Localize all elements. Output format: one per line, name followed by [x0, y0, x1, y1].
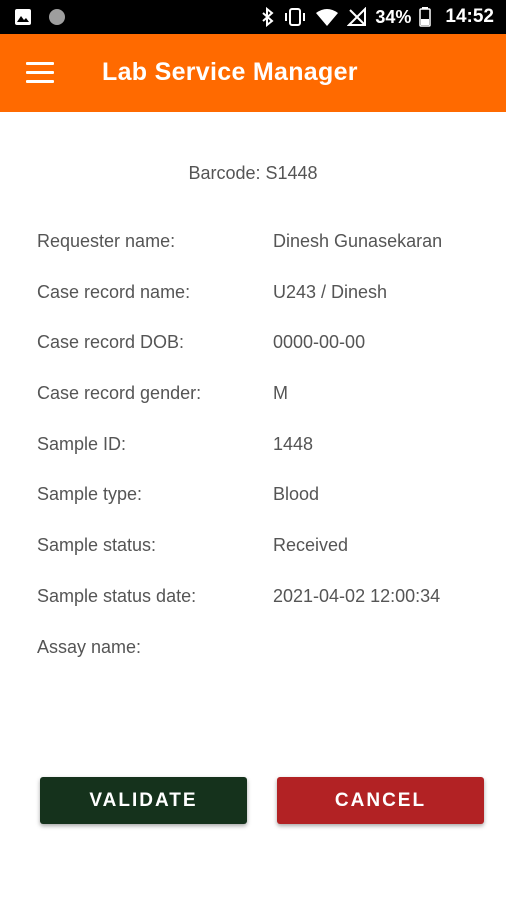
detail-value: 0000-00-00	[273, 332, 366, 353]
battery-icon	[419, 7, 432, 27]
detail-row-sample-id: Sample ID: 1448	[37, 434, 477, 485]
clock: 14:52	[445, 6, 494, 27]
barcode-label: Barcode:	[188, 163, 261, 183]
menu-icon[interactable]	[26, 62, 54, 84]
app-bar: Lab Service Manager	[0, 34, 506, 112]
detail-label: Case record gender:	[37, 383, 202, 404]
no-signal-icon	[347, 7, 367, 26]
detail-row-sample-status-date: Sample status date: 2021-04-02 12:00:34	[37, 586, 477, 637]
detail-row-assay-name: Assay name:	[37, 637, 477, 688]
wifi-icon	[316, 9, 339, 26]
detail-value: 1448	[273, 433, 314, 454]
detail-value: Blood	[273, 484, 320, 505]
detail-label: Sample type:	[37, 484, 143, 505]
status-bar-right: 34% 14:52	[261, 0, 494, 34]
detail-label: Sample ID:	[37, 433, 127, 454]
detail-value: M	[273, 383, 288, 404]
validate-button[interactable]: VALIDATE	[40, 777, 247, 824]
status-bar-left	[14, 8, 66, 26]
detail-label: Sample status:	[37, 535, 157, 556]
detail-row-case-record-gender: Case record gender: M	[37, 383, 477, 434]
detail-value: U243 / Dinesh	[273, 281, 388, 302]
detail-row-sample-status: Sample status: Received	[37, 535, 477, 586]
detail-value: 2021-04-02 12:00:34	[273, 585, 441, 606]
battery-percent: 34%	[375, 6, 412, 27]
detail-value: Dinesh Gunasekaran	[273, 231, 443, 251]
detail-label: Sample status date:	[37, 585, 197, 606]
image-icon	[15, 9, 31, 25]
status-bar: 34% 14:52	[0, 0, 506, 34]
barcode-value: S1448	[265, 163, 318, 183]
barcode-line: Barcode: S1448	[0, 163, 506, 184]
detail-row-case-record-dob: Case record DOB: 0000-00-00	[37, 332, 477, 383]
vibrate-icon	[285, 8, 306, 26]
bluetooth-icon	[262, 7, 274, 27]
detail-row-requester-name: Requester name: Dinesh Gunasekaran	[37, 231, 477, 282]
detail-label: Case record name:	[37, 281, 191, 302]
detail-label: Case record DOB:	[37, 332, 185, 353]
detail-label: Requester name:	[37, 231, 176, 251]
detail-row-case-record-name: Case record name: U243 / Dinesh	[37, 282, 477, 333]
sample-details: Requester name: Dinesh Gunasekaran Case …	[37, 231, 477, 687]
circle-icon	[49, 9, 65, 25]
app-title: Lab Service Manager	[102, 58, 358, 86]
cancel-button[interactable]: CANCEL	[277, 777, 484, 824]
detail-value: Received	[273, 535, 349, 556]
detail-row-sample-type: Sample type: Blood	[37, 484, 477, 535]
detail-label: Assay name:	[37, 636, 142, 657]
